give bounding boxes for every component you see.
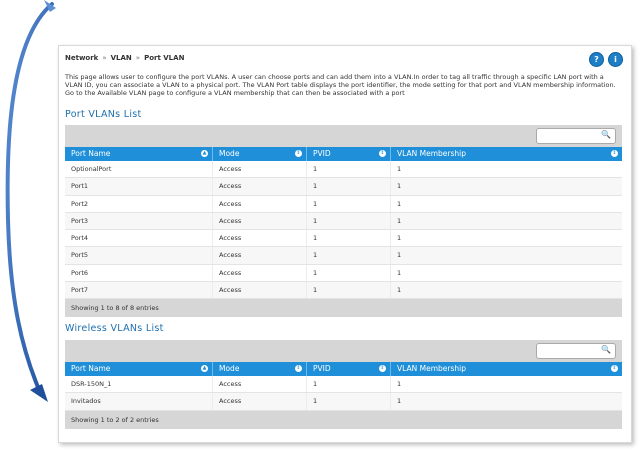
cell-pvid: 1 [307, 376, 391, 393]
wireless-vlans-title: Wireless VLANs List [65, 323, 164, 334]
cell-pvid: 1 [307, 230, 391, 247]
table-toolbar: 🔍 [65, 125, 622, 147]
table-header: Port Name ▲ Mode ⇕ PVID ⇕ VLAN Membership ⇕ [65, 147, 622, 161]
table-header: Port Name ▲ Mode ⇕ PVID ⇕ VLAN Membership ⇕ [65, 362, 622, 376]
cell-vlan-membership: 1 [397, 268, 402, 277]
table-footer: Showing 1 to 2 of 2 entries [65, 410, 622, 429]
sort-icon[interactable]: ⇕ [379, 150, 386, 157]
cell-vlan-membership: 1 [397, 251, 402, 260]
cell-mode: Access [213, 212, 307, 230]
column-header-vlan-membership[interactable]: VLAN Membership ⇕ [391, 362, 622, 376]
breadcrumb: Network» VLAN» Port VLAN [65, 54, 184, 62]
cell-pvid: 1 [307, 282, 391, 299]
cell-vlan-membership: 1 [397, 234, 402, 243]
cell-pvid: 1 [307, 393, 391, 410]
breadcrumb-port-vlan: Port VLAN [144, 54, 185, 62]
table-row[interactable]: Port3 Access 1 1 [65, 212, 622, 231]
cell-pvid: 1 [307, 195, 391, 212]
wireless-vlans-search-input[interactable]: 🔍 [536, 343, 616, 359]
cell-port-name: Port3 [65, 212, 213, 230]
cell-port-name: Port7 [65, 282, 213, 299]
cell-port-name: Invitados [65, 393, 213, 410]
sort-icon[interactable]: ▲ [201, 150, 208, 157]
cell-mode: Access [213, 376, 307, 393]
cell-mode: Access [213, 178, 307, 195]
search-icon[interactable]: 🔍 [601, 130, 611, 139]
cell-mode: Access [213, 195, 307, 212]
cell-mode: Access [213, 247, 307, 264]
breadcrumb-separator: » [135, 54, 141, 62]
cell-pvid: 1 [307, 178, 391, 195]
sort-icon[interactable]: ⇕ [611, 365, 618, 372]
table-row[interactable]: Port1 Access 1 1 [65, 178, 622, 196]
cell-vlan-membership: 1 [397, 199, 402, 208]
cell-vlan-membership: 1 [397, 165, 402, 173]
table-row[interactable]: Port7 Access 1 1 [65, 282, 622, 300]
cell-mode: Access [213, 393, 307, 410]
breadcrumb-vlan[interactable]: VLAN [111, 54, 132, 62]
table-row[interactable]: Port5 Access 1 1 [65, 247, 622, 265]
cell-vlan-membership: 1 [397, 286, 402, 295]
cell-vlan-membership: 1 [397, 182, 402, 191]
cell-port-name: OptionalPort [65, 161, 213, 178]
cell-mode: Access [213, 230, 307, 247]
column-header-pvid[interactable]: PVID ⇕ [307, 362, 391, 376]
cell-port-name: DSR-150N_1 [65, 376, 213, 393]
sort-icon[interactable]: ⇕ [295, 365, 302, 372]
intro-text: This page allows user to configure the p… [65, 73, 616, 98]
column-header-mode[interactable]: Mode ⇕ [213, 362, 307, 376]
column-header-pvid[interactable]: PVID ⇕ [307, 147, 391, 161]
column-header-port-name[interactable]: Port Name ▲ [65, 362, 213, 376]
table-row[interactable]: Port6 Access 1 1 [65, 264, 622, 283]
sort-icon[interactable]: ⇕ [611, 150, 618, 157]
breadcrumb-separator: » [102, 54, 107, 62]
cell-mode: Access [213, 282, 307, 299]
port-vlan-panel: Network» VLAN» Port VLAN ? i This page all… [58, 45, 632, 443]
table-row[interactable]: Invitados Access 1 1 [65, 393, 622, 411]
column-header-vlan-membership[interactable]: VLAN Membership ⇕ [391, 147, 622, 161]
port-vlans-table: 🔍 Port Name ▲ Mode ⇕ PVID ⇕ VLAN Membership… [65, 125, 622, 318]
cell-pvid: 1 [307, 247, 391, 264]
table-row[interactable]: OptionalPort Access 1 1 [65, 161, 622, 179]
cell-mode: Access [213, 161, 307, 178]
column-header-port-name[interactable]: Port Name ▲ [65, 147, 213, 161]
table-row[interactable]: DSR-150N_1 Access 1 1 [65, 376, 622, 394]
help-icon[interactable]: ? [589, 52, 604, 67]
table-footer: Showing 1 to 8 of 8 entries [65, 299, 622, 318]
cell-vlan-membership: 1 [397, 397, 402, 406]
column-header-mode[interactable]: Mode ⇕ [213, 147, 307, 161]
cell-mode: Access [213, 264, 307, 282]
sort-icon[interactable]: ⇕ [379, 365, 386, 372]
port-vlans-search-input[interactable]: 🔍 [536, 128, 616, 144]
cell-vlan-membership: 1 [397, 216, 402, 225]
cell-pvid: 1 [307, 161, 391, 178]
table-toolbar: 🔍 [65, 340, 622, 362]
table-row[interactable]: Port2 Access 1 1 [65, 195, 622, 213]
cell-pvid: 1 [307, 212, 391, 230]
cell-pvid: 1 [307, 264, 391, 282]
cell-port-name: Port1 [65, 178, 213, 195]
cell-port-name: Port5 [65, 247, 213, 264]
sort-icon[interactable]: ▲ [201, 365, 208, 372]
cell-port-name: Port4 [65, 230, 213, 247]
wireless-vlans-table: 🔍 Port Name ▲ Mode ⇕ PVID ⇕ VLAN Membership… [65, 340, 622, 429]
breadcrumb-network[interactable]: Network [65, 54, 98, 62]
search-icon[interactable]: 🔍 [601, 345, 611, 354]
cell-port-name: Port2 [65, 195, 213, 212]
table-row[interactable]: Port4 Access 1 1 [65, 230, 622, 248]
sort-icon[interactable]: ⇕ [295, 150, 302, 157]
info-icon[interactable]: i [608, 52, 623, 67]
cell-vlan-membership: 1 [397, 380, 402, 388]
port-vlans-title: Port VLANs List [65, 109, 142, 120]
cell-port-name: Port6 [65, 264, 213, 282]
